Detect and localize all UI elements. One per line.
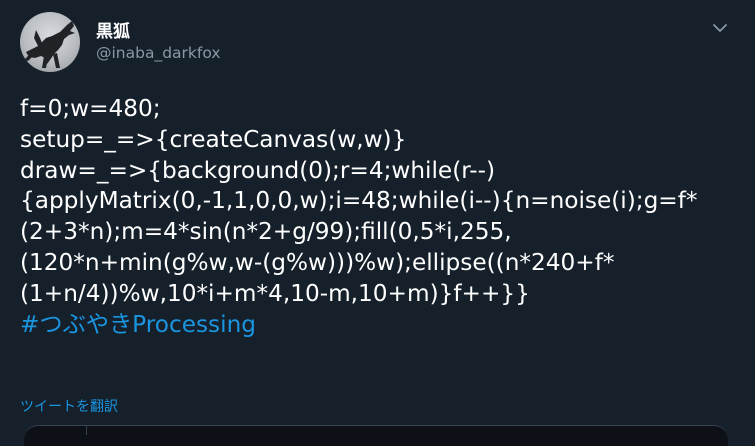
tweet-text-line: setup=_=>{createCanvas(w,w)} xyxy=(20,125,407,153)
user-handle[interactable]: @inaba_darkfox xyxy=(96,44,221,62)
tweet-text-line: draw=_=>{background(0);r=4;while(r--) xyxy=(20,156,496,184)
tweet-text: f=0;w=480; setup=_=>{createCanvas(w,w)} … xyxy=(20,94,745,340)
chevron-down-icon[interactable] xyxy=(708,16,732,40)
tweet-text-line: (1+n/4))%w,10*i+m*4,10-m,10+m)}f++}} xyxy=(20,279,530,307)
translate-tweet-link[interactable]: ツイートを翻訳 xyxy=(20,396,118,416)
hashtag-link[interactable]: #つぶやきProcessing xyxy=(20,310,745,341)
tweet-text-line: {applyMatrix(0,-1,1,0,0,w);i=48;while(i-… xyxy=(20,187,698,215)
tweet: 黒狐 @inaba_darkfox f=0;w=480; setup=_=>{c… xyxy=(0,0,755,446)
avatar-image xyxy=(24,21,75,68)
display-name[interactable]: 黒狐 xyxy=(96,17,130,42)
tweet-text-line: (2+3*n);m=4*sin(n*2+g/99);fill(0,5*i,255… xyxy=(20,218,512,246)
tweet-text-line: f=0;w=480; xyxy=(20,95,161,122)
tweet-text-line: (120*n+min(g%w,w-(g%w)))%w);ellipse((n*2… xyxy=(20,248,615,276)
avatar[interactable] xyxy=(20,12,80,72)
media-preview[interactable] xyxy=(24,425,728,446)
